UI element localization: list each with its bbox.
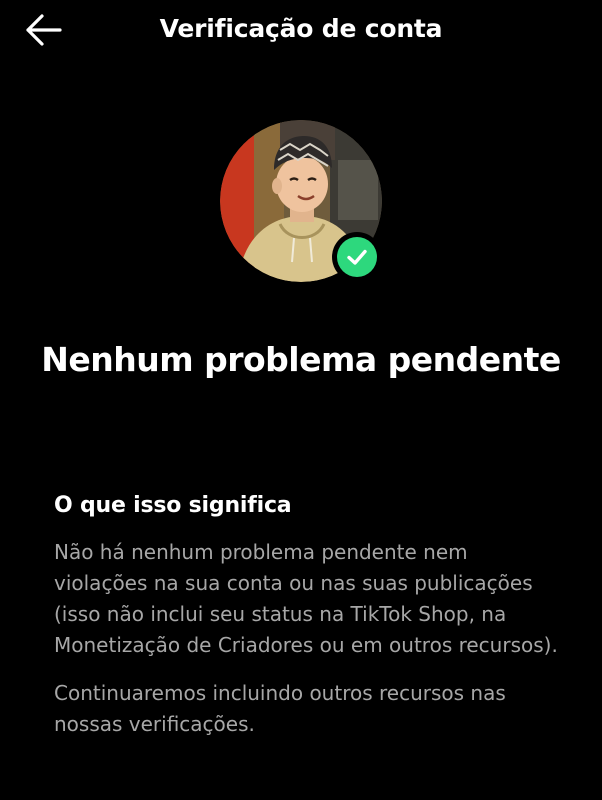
status-headline: Nenhum problema pendente bbox=[41, 340, 561, 379]
section-body: Não há nenhum problema pendente nem viol… bbox=[54, 537, 564, 740]
description-paragraph: Não há nenhum problema pendente nem viol… bbox=[54, 540, 558, 657]
top-bar: Verificação de conta bbox=[0, 0, 602, 62]
page-title: Verificação de conta bbox=[159, 14, 443, 43]
verified-badge bbox=[332, 232, 382, 282]
description-paragraph: Continuaremos incluindo outros recursos … bbox=[54, 681, 506, 736]
profile-avatar-container bbox=[220, 120, 382, 282]
section-heading: O que isso significa bbox=[54, 493, 292, 518]
verified-badge-fill bbox=[337, 237, 377, 277]
check-icon bbox=[347, 249, 367, 265]
